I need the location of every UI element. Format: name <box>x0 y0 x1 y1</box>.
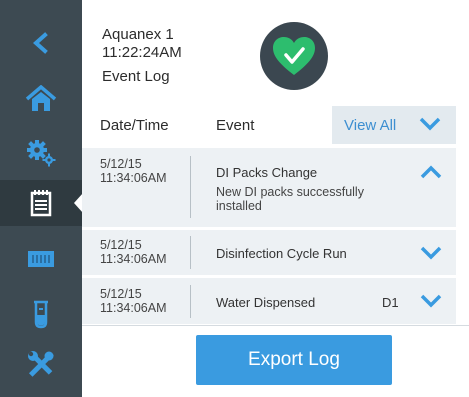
divider <box>82 325 469 326</box>
table-header: Date/Time Event View All <box>82 104 469 146</box>
tools-icon <box>28 351 54 377</box>
event-log-button[interactable] <box>0 180 82 226</box>
row-date-value: 5/12/15 <box>100 238 142 252</box>
row-divider <box>190 285 191 318</box>
view-all-button[interactable]: View All <box>332 106 456 144</box>
row-date: 5/12/15 11:34:06AM <box>100 238 166 266</box>
notepad-icon <box>30 190 52 217</box>
tools-button[interactable] <box>0 341 82 387</box>
cartridge-button[interactable] <box>0 236 82 282</box>
row-event: DI Packs Change <box>216 165 318 180</box>
table-row[interactable]: 5/12/15 11:34:06AM DI Packs Change New D… <box>82 148 456 227</box>
settings-button[interactable] <box>0 130 82 176</box>
export-log-button[interactable]: Export Log <box>196 335 392 385</box>
chevron-down-icon <box>419 117 441 131</box>
home-icon <box>25 85 57 111</box>
chevron-up-icon[interactable] <box>420 164 442 180</box>
table-row[interactable]: 5/12/15 11:34:06AM Disinfection Cycle Ru… <box>82 230 456 275</box>
row-description: New DI packs successfully installed <box>216 185 364 213</box>
chevron-down-icon[interactable] <box>420 293 442 309</box>
page-title: Event Log <box>102 68 170 85</box>
column-header-event: Event <box>216 117 255 134</box>
chevron-down-icon[interactable] <box>420 245 442 261</box>
row-time-value: 11:34:06AM <box>100 252 167 266</box>
row-date: 5/12/15 11:34:06AM <box>100 157 166 185</box>
row-divider <box>190 156 191 218</box>
row-time-value: 11:34:06AM <box>100 171 167 185</box>
home-button[interactable] <box>0 76 82 122</box>
column-header-date: Date/Time <box>100 117 169 134</box>
view-all-label: View All <box>344 117 397 134</box>
row-station: D1 <box>382 295 399 310</box>
cartridge-icon <box>28 251 54 267</box>
sidebar <box>0 0 83 397</box>
clock: 11:22:24AM <box>102 44 182 61</box>
row-event: Water Dispensed <box>216 295 316 310</box>
graduated-cylinder-icon <box>34 300 48 329</box>
status-badge <box>260 22 328 90</box>
back-button[interactable] <box>0 20 82 66</box>
row-date-value: 5/12/15 <box>100 287 142 301</box>
table-row[interactable]: 5/12/15 11:34:06AM Water Dispensed D1 <box>82 278 456 324</box>
device-name: Aquanex 1 <box>102 26 174 43</box>
row-divider <box>190 236 191 269</box>
chevron-left-icon <box>32 32 48 54</box>
main-panel: Aquanex 1 11:22:24AM Event Log Date/Time… <box>82 0 469 397</box>
cylinder-button[interactable] <box>0 291 82 337</box>
gears-icon <box>27 140 56 167</box>
row-date-value: 5/12/15 <box>100 157 142 171</box>
row-date: 5/12/15 11:34:06AM <box>100 287 166 315</box>
heart-check-icon <box>273 37 315 75</box>
row-time-value: 11:34:06AM <box>100 301 167 315</box>
row-event: Disinfection Cycle Run <box>216 246 347 261</box>
